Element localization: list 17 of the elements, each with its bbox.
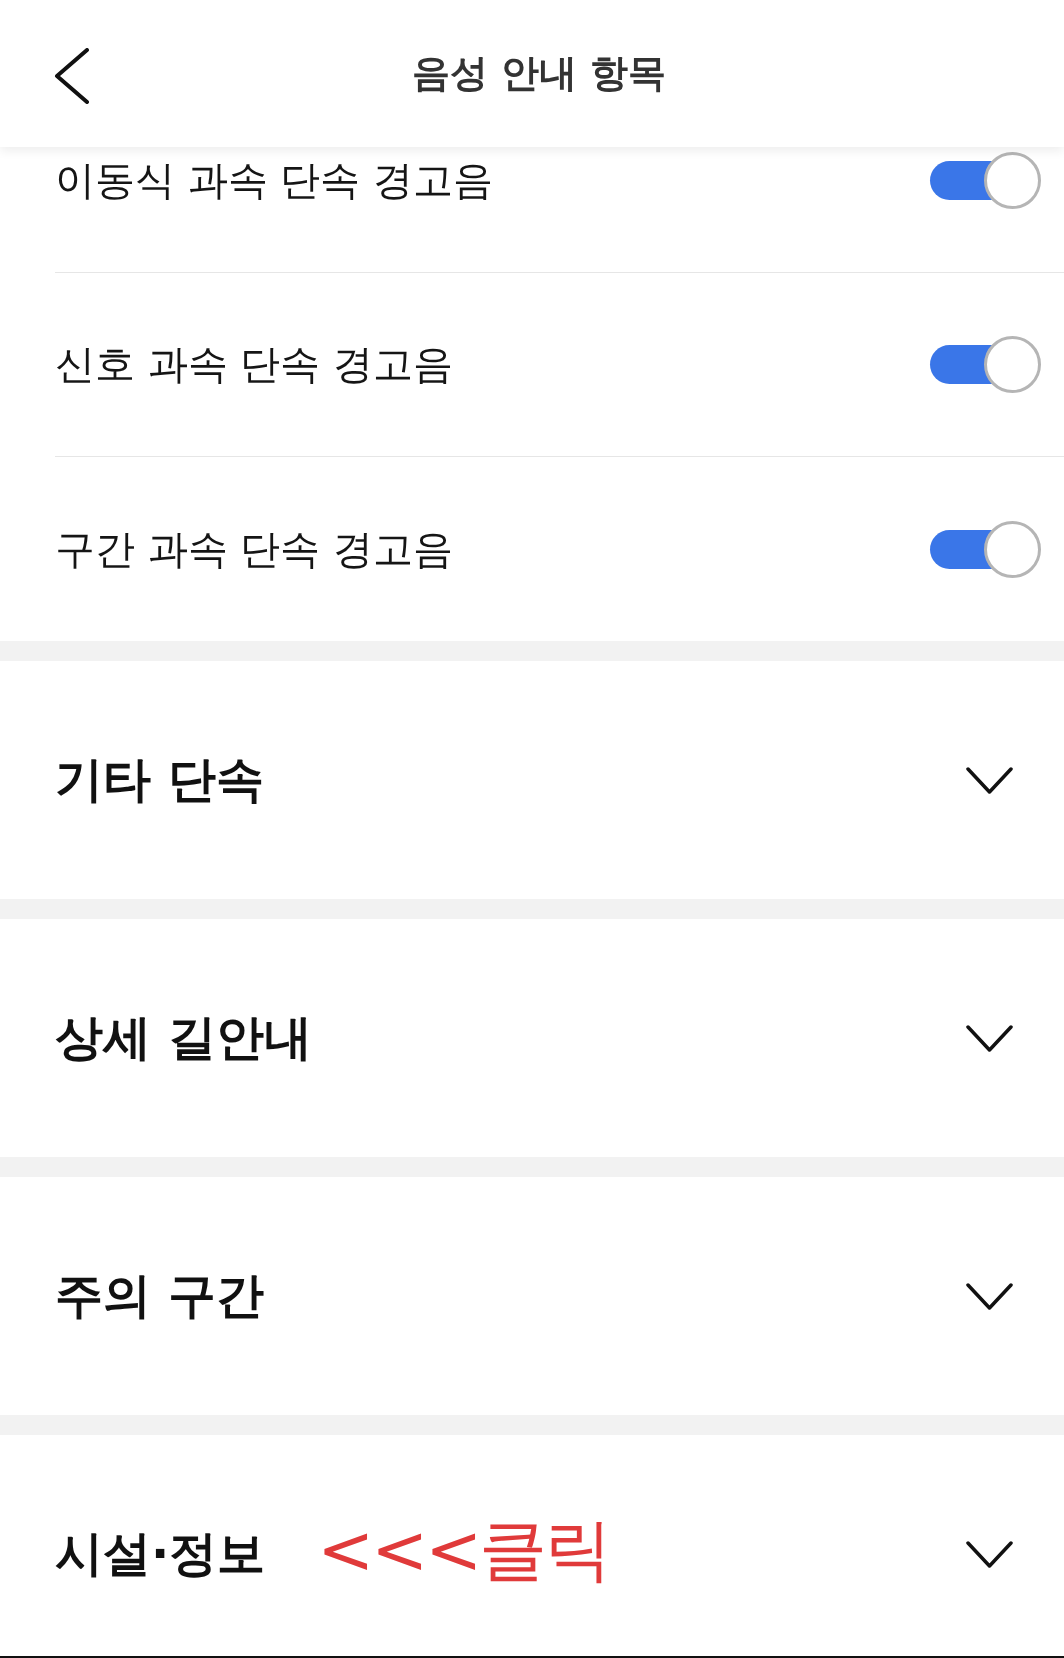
page-title: 음성 안내 항목 (411, 50, 667, 97)
toggle-switch[interactable] (930, 152, 1041, 209)
chevron-down-icon[interactable] (966, 1540, 1013, 1568)
section-title[interactable]: 주의 구간 (55, 1264, 264, 1328)
chevron-down-icon[interactable] (966, 766, 1013, 794)
chevron-down-icon[interactable] (966, 1282, 1013, 1310)
setting-label: 구간 과속 단속 경고음 (55, 524, 454, 574)
back-chevron-icon (54, 48, 90, 104)
section-title[interactable]: 시설·정보 (55, 1522, 266, 1586)
annotation-text: <<<클릭 (317, 1516, 610, 1584)
chevron-down-icon[interactable] (966, 1024, 1013, 1052)
setting-label: 신호 과속 단속 경고음 (55, 340, 454, 389)
toggle-switch[interactable] (930, 520, 1041, 578)
section-title[interactable]: 기타 단속 (55, 748, 264, 812)
section-title[interactable]: 상세 길안내 (55, 1006, 312, 1070)
toggle-switch[interactable] (930, 336, 1041, 393)
setting-label: 이동식 과속 단속 경고음 (55, 156, 494, 205)
